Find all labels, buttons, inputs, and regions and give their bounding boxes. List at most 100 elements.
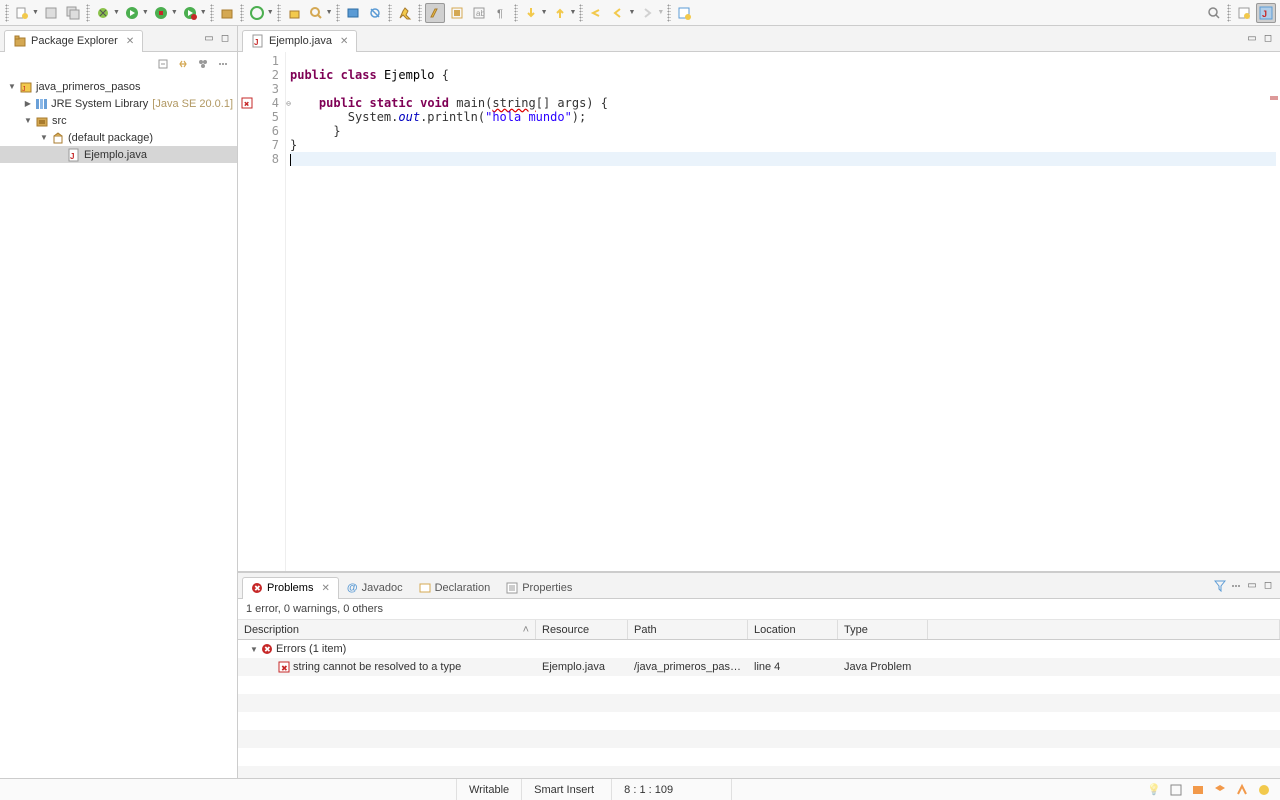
prev-annotation-dropdown[interactable]: ▼: [570, 9, 577, 16]
mark-occurrences-button[interactable]: [425, 3, 445, 23]
overview-icon[interactable]: [1190, 782, 1206, 798]
pe-tab[interactable]: Package Explorer ✕: [4, 30, 143, 52]
grip[interactable]: [388, 4, 392, 22]
view-menu-icon[interactable]: [1228, 578, 1244, 594]
marker-bar[interactable]: ✖: [238, 52, 256, 571]
grip[interactable]: [418, 4, 422, 22]
overview-error-marker[interactable]: [1270, 96, 1278, 100]
new-package-button[interactable]: [217, 3, 237, 23]
open-type-button[interactable]: [284, 3, 304, 23]
grip[interactable]: [667, 4, 671, 22]
grip[interactable]: [1227, 4, 1231, 22]
open-perspective-icon[interactable]: [1234, 3, 1254, 23]
tab-declaration[interactable]: Declaration: [411, 577, 499, 599]
grip[interactable]: [277, 4, 281, 22]
grip[interactable]: [336, 4, 340, 22]
tree-item[interactable]: JEjemplo.java: [0, 146, 237, 163]
minimize-icon[interactable]: ▭: [201, 31, 217, 47]
minimize-icon[interactable]: ▭: [1244, 31, 1260, 47]
col-header[interactable]: Description ˄: [238, 620, 536, 639]
new-button[interactable]: [12, 3, 32, 23]
code-area[interactable]: public class Ejemplo { public static voi…: [286, 52, 1280, 571]
tree-item[interactable]: ▼src: [0, 112, 237, 129]
tutorials-icon[interactable]: [1212, 782, 1228, 798]
tree-item[interactable]: ▶JRE System Library[Java SE 20.0.1]: [0, 95, 237, 112]
table-header[interactable]: Description ˄ResourcePathLocationType: [238, 620, 1280, 640]
run-last-dropdown[interactable]: ▼: [200, 9, 207, 16]
updates-icon[interactable]: [1168, 782, 1184, 798]
pin-button[interactable]: [395, 3, 415, 23]
maximize-icon[interactable]: ◻: [1260, 31, 1276, 47]
whatsnew-icon[interactable]: [1256, 782, 1272, 798]
grip[interactable]: [579, 4, 583, 22]
tip-icon[interactable]: 💡: [1146, 782, 1162, 798]
tab-problems[interactable]: ✖Problems✕: [242, 577, 339, 599]
project-tree[interactable]: ▼Jjava_primeros_pasos▶JRE System Library…: [0, 76, 237, 778]
back-dropdown[interactable]: ▼: [628, 9, 635, 16]
show-whitespace-button[interactable]: ab: [469, 3, 489, 23]
new-class-button[interactable]: [247, 3, 267, 23]
next-annotation-dropdown[interactable]: ▼: [541, 9, 548, 16]
run-dropdown[interactable]: ▼: [142, 9, 149, 16]
minimize-icon[interactable]: ▭: [1244, 578, 1260, 594]
package-explorer-icon: [13, 34, 27, 48]
grip[interactable]: [210, 4, 214, 22]
block-selection-button[interactable]: [447, 3, 467, 23]
collapse-all-icon[interactable]: [155, 56, 171, 72]
maximize-icon[interactable]: ◻: [1260, 578, 1276, 594]
paragraph-button[interactable]: ¶: [491, 3, 511, 23]
problem-row[interactable]: ✖ string cannot be resolved to a typeEje…: [238, 658, 1280, 676]
java-perspective-button[interactable]: J: [1256, 3, 1276, 23]
new-class-dropdown[interactable]: ▼: [267, 9, 274, 16]
maximize-icon[interactable]: ◻: [217, 31, 233, 47]
col-header[interactable]: Path: [628, 620, 748, 639]
search-dropdown[interactable]: ▼: [326, 9, 333, 16]
back-button[interactable]: [608, 3, 628, 23]
quick-access-button[interactable]: [1204, 3, 1224, 23]
forward-dropdown[interactable]: ▼: [657, 9, 664, 16]
view-menu-icon[interactable]: [215, 56, 231, 72]
tree-item[interactable]: ▼(default package): [0, 129, 237, 146]
tab-javadoc[interactable]: @Javadoc: [339, 577, 411, 599]
samples-icon[interactable]: [1234, 782, 1250, 798]
save-all-button[interactable]: [63, 3, 83, 23]
run-button[interactable]: [122, 3, 142, 23]
col-header[interactable]: Location: [748, 620, 838, 639]
focus-task-icon[interactable]: [195, 56, 211, 72]
open-perspective-button[interactable]: [674, 3, 694, 23]
line-gutter[interactable]: 1234⊖5678: [256, 52, 286, 571]
skip-breakpoints-button[interactable]: [365, 3, 385, 23]
prev-annotation-button[interactable]: [550, 3, 570, 23]
close-icon[interactable]: ✕: [126, 36, 134, 47]
problems-table[interactable]: Description ˄ResourcePathLocationType ▼ …: [238, 620, 1280, 778]
new-dropdown[interactable]: ▼: [32, 9, 39, 16]
next-annotation-button[interactable]: [521, 3, 541, 23]
col-header[interactable]: Type: [838, 620, 928, 639]
tree-item[interactable]: ▼Jjava_primeros_pasos: [0, 78, 237, 95]
grip[interactable]: [5, 4, 9, 22]
save-button[interactable]: [41, 3, 61, 23]
forward-button[interactable]: [637, 3, 657, 23]
filter-icon[interactable]: [1212, 578, 1228, 594]
col-header[interactable]: Resource: [536, 620, 628, 639]
link-editor-icon[interactable]: [175, 56, 191, 72]
editor-tab[interactable]: J Ejemplo.java ✕: [242, 30, 357, 52]
run-last-button[interactable]: [180, 3, 200, 23]
table-body[interactable]: ▼ ✖ Errors (1 item)✖ string cannot be re…: [238, 640, 1280, 778]
close-icon[interactable]: ✕: [340, 36, 348, 47]
toggle-breadcrumb-button[interactable]: [343, 3, 363, 23]
grip[interactable]: [240, 4, 244, 22]
bottom-tabbar: ✖Problems✕@JavadocDeclarationProperties …: [238, 573, 1280, 599]
close-icon[interactable]: ✕: [321, 583, 329, 594]
debug-button[interactable]: [93, 3, 113, 23]
tab-properties[interactable]: Properties: [498, 577, 580, 599]
code-editor[interactable]: ✖ 1234⊖5678 public class Ejemplo { publi…: [238, 52, 1280, 571]
debug-dropdown[interactable]: ▼: [113, 9, 120, 16]
error-group-row[interactable]: ▼ ✖ Errors (1 item): [238, 640, 1280, 658]
search-button[interactable]: [306, 3, 326, 23]
coverage-button[interactable]: [151, 3, 171, 23]
coverage-dropdown[interactable]: ▼: [171, 9, 178, 16]
grip[interactable]: [514, 4, 518, 22]
last-edit-button[interactable]: [586, 3, 606, 23]
grip[interactable]: [86, 4, 90, 22]
